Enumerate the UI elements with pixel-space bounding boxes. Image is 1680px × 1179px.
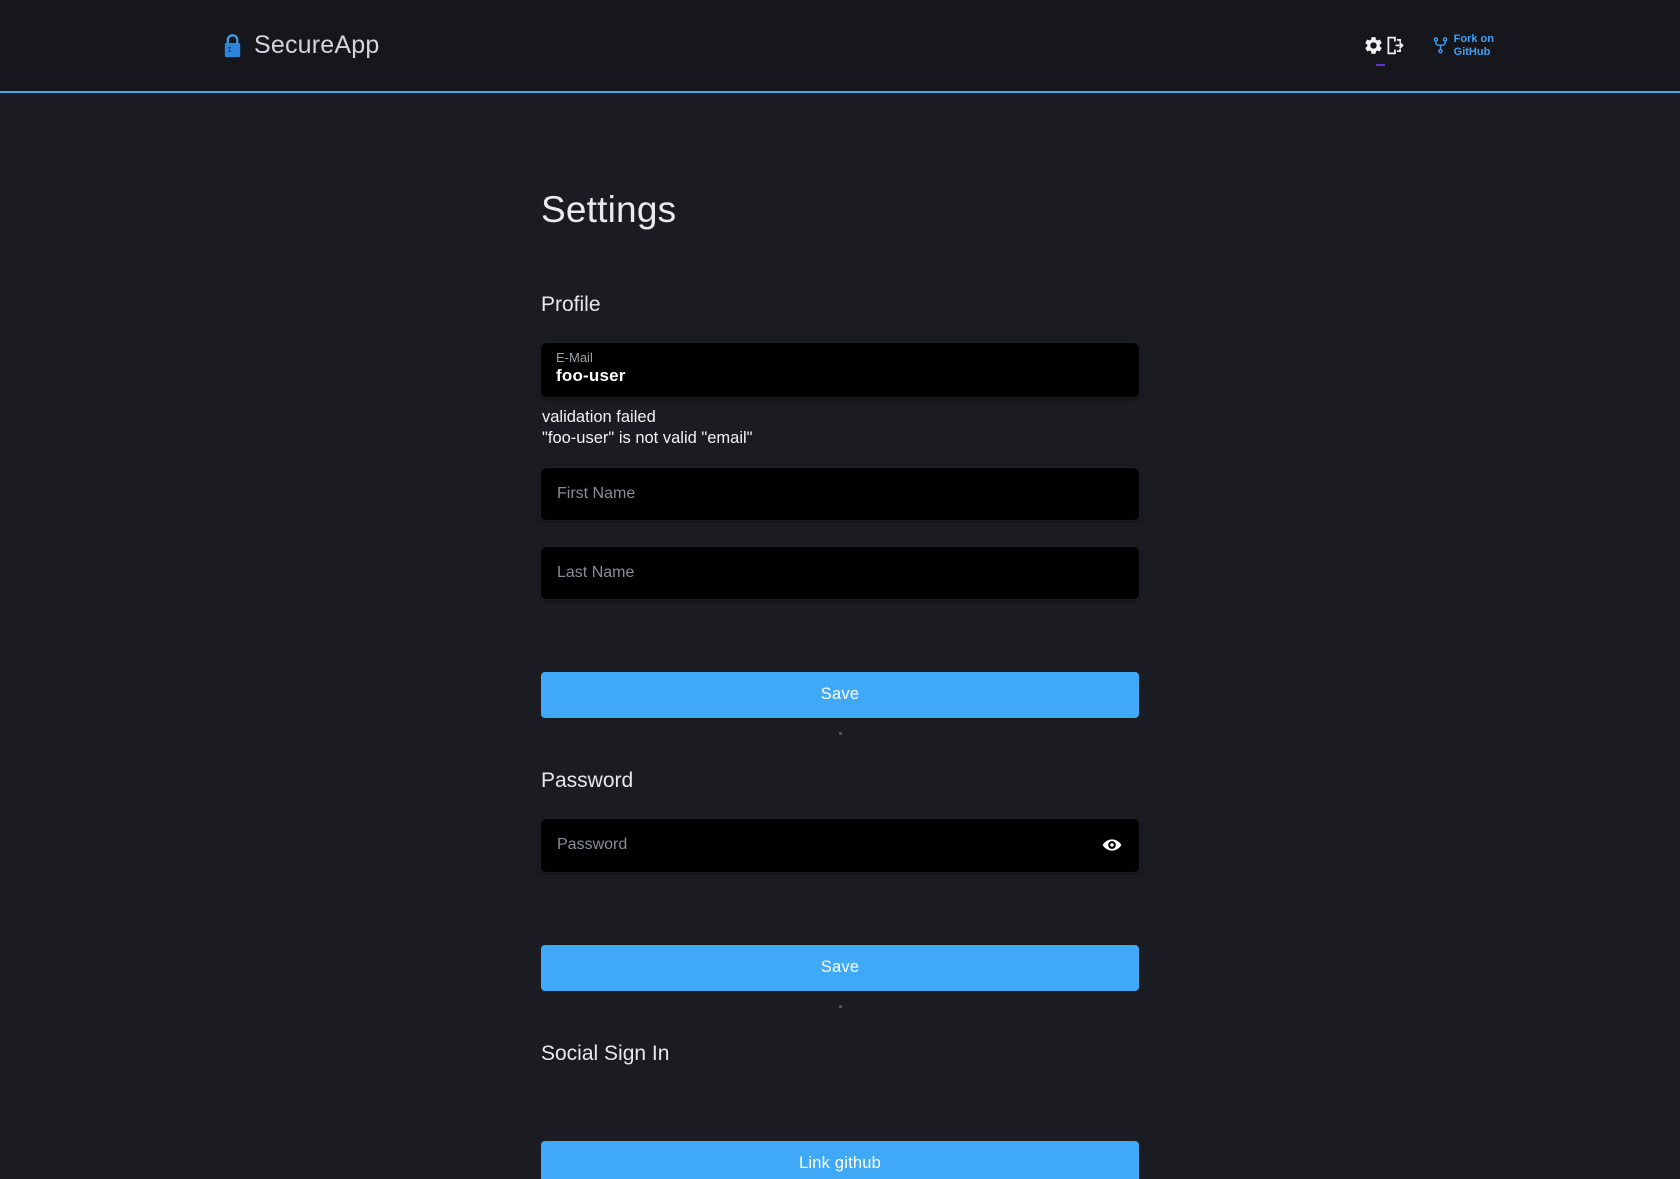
- email-field[interactable]: E-Mail: [541, 343, 1139, 397]
- first-name-input[interactable]: [541, 468, 1139, 520]
- link-github-button[interactable]: Link github: [541, 1141, 1139, 1179]
- email-input[interactable]: [556, 366, 1124, 386]
- gear-underline-artifact: [1376, 64, 1385, 66]
- social-sign-in-heading: Social Sign In: [541, 1042, 1139, 1066]
- profile-heading: Profile: [541, 293, 1139, 317]
- page-title: Settings: [541, 189, 1139, 231]
- app-title: SecureApp: [254, 31, 380, 60]
- logout-button[interactable]: [1384, 35, 1405, 56]
- validation-error-line2: "foo-user" is not valid "email": [542, 428, 1139, 449]
- logout-icon: [1384, 35, 1405, 56]
- profile-section: Profile E-Mail validation failed "foo-us…: [541, 293, 1139, 735]
- fork-link-label: Fork on GitHub: [1454, 33, 1494, 59]
- eye-icon: [1101, 834, 1123, 856]
- toggle-password-visibility-button[interactable]: [1099, 832, 1125, 858]
- settings-page: Settings Profile E-Mail validation faile…: [541, 93, 1139, 1179]
- password-section: Password Save: [541, 769, 1139, 1008]
- small-dot-artifact: [839, 1005, 842, 1008]
- social-sign-in-section: Social Sign In Link github: [541, 1042, 1139, 1179]
- last-name-input[interactable]: [541, 547, 1139, 599]
- password-input[interactable]: [541, 819, 1139, 872]
- email-validation-error: validation failed "foo-user" is not vali…: [542, 407, 1139, 450]
- header-actions: Fork on GitHub: [1363, 33, 1494, 59]
- app-brand: SecureApp: [224, 31, 380, 60]
- small-dot-artifact: [839, 732, 842, 735]
- lock-icon: [224, 33, 241, 58]
- settings-gear-button[interactable]: [1363, 35, 1384, 56]
- validation-error-line1: validation failed: [542, 407, 1139, 428]
- gear-icon: [1363, 35, 1384, 56]
- password-save-button[interactable]: Save: [541, 945, 1139, 991]
- app-header: SecureApp: [0, 0, 1680, 93]
- email-label: E-Mail: [556, 350, 1124, 365]
- fork-on-github-link[interactable]: Fork on GitHub: [1432, 33, 1494, 59]
- git-fork-icon: [1432, 36, 1449, 55]
- password-heading: Password: [541, 769, 1139, 793]
- password-field: [541, 819, 1139, 872]
- profile-save-button[interactable]: Save: [541, 672, 1139, 718]
